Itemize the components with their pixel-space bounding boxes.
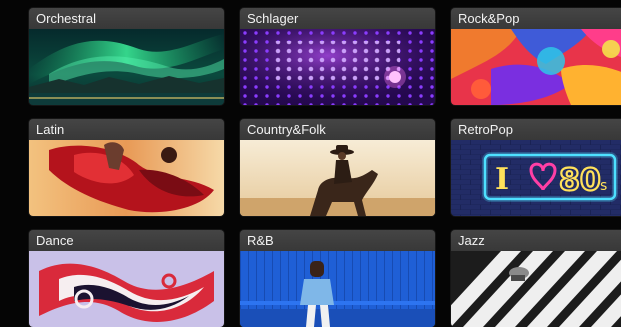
colorful-paint-splash-image (451, 29, 621, 105)
red-white-fluid-swirl-image (29, 251, 224, 327)
cowboy-on-horse-image (240, 140, 435, 216)
genre-tile-jazz[interactable]: Jazz (451, 230, 621, 327)
genre-tile-schlager[interactable]: Schlager (240, 8, 435, 105)
purple-dot-lights-image (240, 29, 435, 105)
genre-tile-dance[interactable]: Dance (29, 230, 224, 327)
neon-letter: I (495, 162, 509, 197)
neon-suffix: s (600, 178, 607, 194)
neon-i-love-80s-sign-image: I 80 s (451, 140, 621, 216)
tile-title: Jazz (451, 230, 621, 251)
tile-title: Country&Folk (240, 119, 435, 140)
genre-tile-rock-pop[interactable]: Rock&Pop (451, 8, 621, 105)
genre-tile-orchestral[interactable]: Orchestral (29, 8, 224, 105)
tile-title: Rock&Pop (451, 8, 621, 29)
neon-digits: 80 (559, 163, 601, 198)
tile-title: Dance (29, 230, 224, 251)
genre-tile-retropop[interactable]: RetroPop I 80 s (451, 119, 621, 216)
zebra-crossing-image (451, 251, 621, 327)
genre-tile-latin[interactable]: Latin (29, 119, 224, 216)
tile-title: RetroPop (451, 119, 621, 140)
tile-title: R&B (240, 230, 435, 251)
man-on-blue-bench-image (240, 251, 435, 327)
tile-title: Schlager (240, 8, 435, 29)
aurora-over-lake-image (29, 29, 224, 105)
red-dancer-dress-image (29, 140, 224, 216)
genre-tile-country-folk[interactable]: Country&Folk (240, 119, 435, 216)
tile-title: Orchestral (29, 8, 224, 29)
tile-title: Latin (29, 119, 224, 140)
genre-tile-rnb[interactable]: R&B (240, 230, 435, 327)
